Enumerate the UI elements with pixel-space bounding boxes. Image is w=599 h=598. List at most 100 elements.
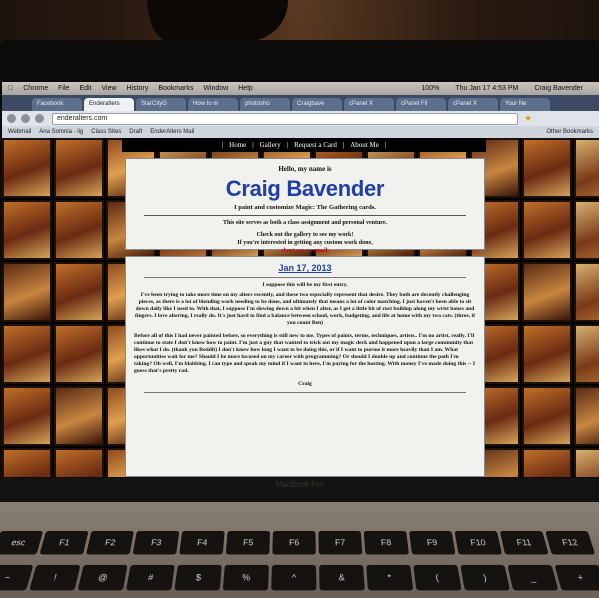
- mtg-card-image: [2, 324, 52, 384]
- keyboard-key[interactable]: F10: [454, 530, 503, 555]
- bookmark-draft[interactable]: Draft: [129, 129, 142, 135]
- menu-view[interactable]: View: [102, 85, 117, 92]
- post-date[interactable]: Jan 17, 2013: [134, 263, 476, 273]
- keyboard-key[interactable]: esc: [0, 530, 44, 555]
- menu-chrome[interactable]: Chrome: [23, 85, 48, 92]
- mtg-card-image: [2, 138, 52, 198]
- keyboard-key[interactable]: +: [554, 564, 599, 591]
- email-link[interactable]: shoot me an email.: [126, 248, 484, 254]
- battery-status[interactable]: 100%: [421, 85, 439, 92]
- bookmark-webmail[interactable]: Webmail: [8, 129, 31, 135]
- mtg-card-image: [522, 138, 572, 198]
- nav-divider: |: [286, 141, 289, 149]
- nav-about-me[interactable]: About Me: [350, 141, 379, 149]
- keyboard-key[interactable]: F9: [409, 530, 456, 555]
- tab-photoshop[interactable]: photosho: [240, 98, 290, 111]
- tab-cpanel-2[interactable]: cPanel X: [448, 98, 498, 111]
- bookmark-enderalters-mail[interactable]: EnderAlters Mail: [150, 129, 194, 135]
- menu-edit[interactable]: Edit: [79, 85, 91, 92]
- tab-how-to[interactable]: How to m: [188, 98, 238, 111]
- keyboard-key[interactable]: F4: [179, 530, 225, 555]
- nav-request-card[interactable]: Request a Card: [294, 141, 337, 149]
- mtg-card-image: [522, 386, 572, 446]
- mtg-card-image: [54, 138, 104, 198]
- tab-cpanel-1[interactable]: cPanel X: [344, 98, 394, 111]
- mtg-card-image: [54, 200, 104, 260]
- laptop-brand: MacBook Pro: [275, 480, 324, 489]
- keyboard-key[interactable]: F2: [85, 530, 134, 555]
- keyboard-key[interactable]: F1: [39, 530, 89, 555]
- post-paragraph: Before all of this I had never painted b…: [134, 333, 476, 374]
- nav-divider: |: [384, 141, 387, 149]
- bookmark-ana-somnia[interactable]: Ana Somnia - lig: [39, 129, 83, 135]
- keyboard-key[interactable]: F12: [545, 530, 596, 555]
- reload-icon[interactable]: [35, 114, 44, 123]
- keyboard-key[interactable]: $: [174, 564, 222, 591]
- keyboard-key[interactable]: F8: [363, 530, 409, 555]
- keyboard-key[interactable]: #: [125, 564, 175, 591]
- mtg-card-image: [574, 262, 599, 322]
- menu-window[interactable]: Window: [203, 85, 228, 92]
- clock[interactable]: Thu Jan 17 4:53 PM: [455, 85, 518, 92]
- keyboard-key[interactable]: F11: [499, 530, 549, 555]
- laptop-screen:  Chrome File Edit View History Bookmark…: [2, 82, 599, 477]
- keyboard-key[interactable]: %: [222, 564, 269, 591]
- nav-gallery[interactable]: Gallery: [260, 141, 281, 149]
- menu-help[interactable]: Help: [238, 85, 252, 92]
- mtg-card-image: [54, 262, 104, 322]
- keyboard-key[interactable]: F3: [132, 530, 180, 555]
- nav-divider: |: [342, 141, 345, 149]
- post-paragraph: I suppose this will be my first entry.: [262, 282, 348, 288]
- tab-cpanel-files[interactable]: cPanel Fil: [396, 98, 446, 111]
- browser-tab-strip: Facebook Enderalters StarCityG How to m …: [2, 95, 599, 111]
- user-name[interactable]: Craig Bavender: [534, 85, 583, 92]
- purpose-text: This site serves as both a class assignm…: [222, 220, 388, 226]
- mtg-card-image: [2, 386, 52, 446]
- tagline: I paint and customize Magic: The Gatheri…: [234, 204, 376, 211]
- menu-bookmarks[interactable]: Bookmarks: [158, 85, 193, 92]
- keyboard-key[interactable]: ^: [271, 564, 317, 591]
- site-nav: | Home | Gallery | Request a Card | Abou…: [122, 138, 486, 152]
- site-title: Craig Bavender: [225, 176, 385, 201]
- post-paragraph: I've been trying to take more time on my…: [135, 292, 475, 326]
- keyboard-key[interactable]: &: [319, 564, 365, 591]
- bookmark-star-icon[interactable]: ★: [524, 113, 532, 124]
- mtg-card-image: [54, 448, 104, 477]
- other-bookmarks[interactable]: Other Bookmarks: [546, 129, 599, 135]
- menu-history[interactable]: History: [127, 85, 149, 92]
- mtg-card-image: [574, 138, 599, 198]
- keyboard-key[interactable]: (: [413, 564, 462, 591]
- forward-icon[interactable]: [21, 114, 30, 123]
- tab-your-new[interactable]: Your Ne: [500, 98, 550, 111]
- address-bar-row: enderalters.com ★: [2, 111, 599, 126]
- tab-starcity[interactable]: StarCityG: [136, 98, 186, 111]
- mtg-card-image: [54, 324, 104, 384]
- url-field[interactable]: enderalters.com: [52, 112, 518, 125]
- divider: [144, 392, 466, 393]
- keyboard-key[interactable]: ~: [0, 564, 34, 591]
- nav-divider: |: [252, 141, 254, 149]
- apple-icon[interactable]: : [8, 85, 13, 92]
- keyboard-key[interactable]: _: [507, 564, 559, 591]
- nav-divider: |: [221, 141, 224, 149]
- menu-file[interactable]: File: [58, 85, 69, 92]
- nav-home[interactable]: Home: [229, 141, 246, 149]
- keyboard-key[interactable]: @: [77, 564, 128, 591]
- keyboard-key[interactable]: ): [460, 564, 511, 591]
- keyboard-key[interactable]: F6: [272, 530, 316, 555]
- mtg-card-image: [54, 386, 104, 446]
- keyboard-key[interactable]: !: [29, 564, 81, 591]
- keyboard-key[interactable]: F5: [225, 530, 271, 555]
- tab-craigbave[interactable]: Craigbave: [292, 98, 342, 111]
- bookmarks-bar: Webmail Ana Somnia - lig Class Sites Dra…: [2, 126, 599, 138]
- post-signature: Craig: [298, 381, 312, 387]
- bookmark-class-sites[interactable]: Class Sites: [91, 129, 121, 135]
- keyboard-key[interactable]: *: [366, 564, 414, 591]
- back-icon[interactable]: [7, 114, 16, 123]
- keyboard-key[interactable]: F7: [318, 530, 363, 555]
- tab-enderalters[interactable]: Enderalters: [84, 98, 134, 111]
- blog-post: Jan 17, 2013 I suppose this will be my f…: [125, 256, 485, 477]
- tab-facebook[interactable]: Facebook: [32, 98, 82, 111]
- web-page: | Home | Gallery | Request a Card | Abou…: [2, 138, 599, 477]
- mtg-card-image: [2, 448, 52, 477]
